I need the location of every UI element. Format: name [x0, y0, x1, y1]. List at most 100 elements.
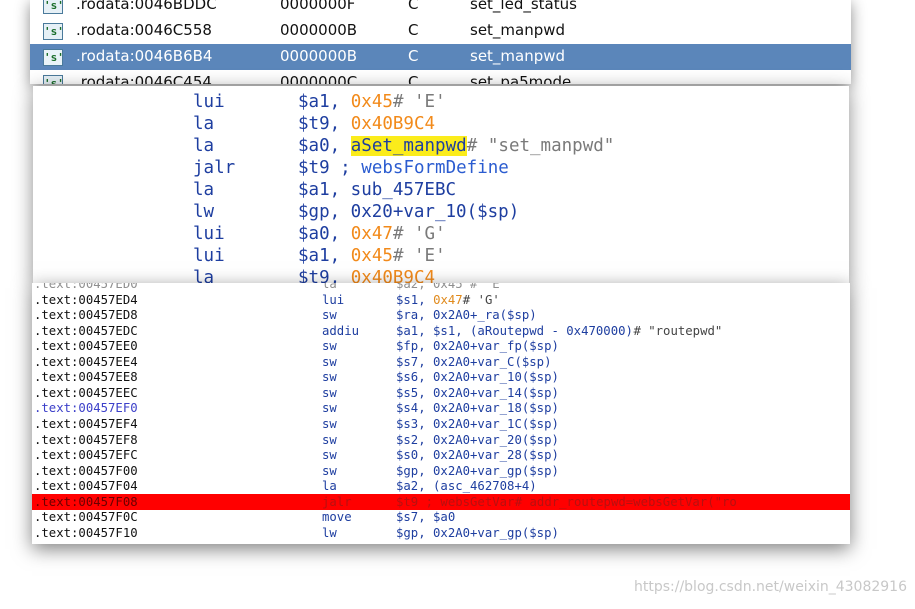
- mnemonic: la: [193, 268, 215, 283]
- mnemonic: la: [322, 479, 337, 494]
- operand: $a1,: [298, 92, 341, 112]
- comment: # 'E': [392, 246, 446, 266]
- mnemonic: sw: [322, 416, 337, 431]
- operand: $gp, 0x20+var_10($sp): [298, 202, 520, 222]
- code-line[interactable]: lw $gp, 0x20+var_10($sp): [33, 201, 849, 223]
- code-line[interactable]: .text:00457ED4 lui $s1, 0x47 # 'G': [32, 292, 850, 308]
- code-line[interactable]: .text:00457F0C move $s7, $a0: [32, 509, 850, 525]
- line-address: .text:00457EEC: [34, 385, 138, 400]
- code-line[interactable]: la $a0, aSet_manpwd # "set_manpwd": [33, 135, 849, 157]
- code-line[interactable]: .text:00457F00 sw $gp, 0x2A0+var_gp($sp): [32, 463, 850, 479]
- comment: # "set_manpwd": [466, 136, 615, 156]
- code-line[interactable]: lui $a0, 0x47 # 'G': [33, 223, 849, 245]
- operand: $a1, $s1, (aRoutepwd - 0x470000): [396, 323, 633, 338]
- operand: $s5, 0x2A0+var_14($sp): [396, 385, 559, 400]
- mnemonic: sw: [322, 385, 337, 400]
- comment: # 'G': [462, 292, 500, 307]
- s-icon: 's': [43, 0, 64, 14]
- line-address: .text:00457F00: [34, 463, 138, 478]
- operand: $a1, sub_457EBC: [298, 180, 457, 200]
- operand: $t9 ;: [298, 158, 351, 178]
- string-type: C: [408, 47, 419, 65]
- immediate-value: 0x45: [350, 246, 393, 266]
- mnemonic: la: [193, 136, 215, 156]
- code-line[interactable]: .text:00457EFC sw $s0, 0x2A0+var_28($sp): [32, 447, 850, 463]
- line-address: .text:00457EDC: [34, 323, 138, 338]
- string-address: .rodata:0046C454: [76, 73, 212, 84]
- line-address: .text:00457ED4: [34, 292, 138, 307]
- string-length: 0000000F: [280, 0, 356, 13]
- operand: $gp, 0x2A0+var_gp($sp): [396, 463, 559, 478]
- mnemonic: lui: [193, 224, 225, 244]
- code-line[interactable]: jalr $t9 ; websFormDefine: [33, 157, 849, 179]
- highlighted-code-line[interactable]: .text:00457F08 jalr $t9 ; websGetVar # add…: [32, 493, 850, 510]
- mnemonic: sw: [322, 432, 337, 447]
- immediate-value: 0x47: [350, 224, 393, 244]
- code-line[interactable]: .text:00457EEC sw $s5, 0x2A0+var_14($sp): [32, 385, 850, 401]
- code-line[interactable]: .text:00457EF8 sw $s2, 0x2A0+var_20($sp): [32, 432, 850, 448]
- operand: $a0,: [298, 224, 341, 244]
- mnemonic: lui: [322, 292, 345, 307]
- operand: $s2, 0x2A0+var_20($sp): [396, 432, 559, 447]
- code-line[interactable]: lui $a1, 0x45 # 'E': [33, 91, 849, 113]
- code-line[interactable]: .text:00457F10 lw $gp, 0x2A0+var_gp($sp): [32, 525, 850, 541]
- operand: $s3, 0x2A0+var_1C($sp): [396, 416, 559, 431]
- zoomed-disassembly-view: lui $a1, 0x45 # 'E' la $t9, 0x40B9C4 la $a0, …: [33, 86, 849, 283]
- line-address: .text:00457EE0: [34, 339, 138, 354]
- s-icon: 's': [43, 49, 64, 66]
- code-line[interactable]: .text:00457EF0 sw $s4, 0x2A0+var_18($sp): [32, 400, 850, 416]
- operand: $a1,: [298, 246, 341, 266]
- operand: $s7, $a0: [396, 510, 456, 525]
- string-length: 0000000B: [280, 47, 358, 65]
- code-line[interactable]: la $t9, 0x40B9C4: [33, 267, 849, 283]
- line-address: .text:00457ED8: [34, 308, 138, 323]
- operand: $ra, 0x2A0+_ra($sp): [396, 308, 537, 323]
- mnemonic: sw: [322, 370, 337, 385]
- line-address: .text:00457EF8: [34, 432, 138, 447]
- string-value: set_led_status: [470, 0, 577, 13]
- line-address: .text:00457EFC: [34, 448, 138, 463]
- code-line[interactable]: la $t9, 0x40B9C4: [33, 113, 849, 135]
- string-row[interactable]: 's' .rodata:0046B6B4 0000000B Cset_manpwd: [30, 44, 851, 70]
- immediate-value: 0x47: [433, 292, 463, 307]
- operand: $s1,: [396, 292, 426, 307]
- code-line[interactable]: .text:00457EE4 sw $s7, 0x2A0+var_C($sp): [32, 354, 850, 370]
- operand: $gp, 0x2A0+var_gp($sp): [396, 525, 559, 540]
- mnemonic: sw: [322, 463, 337, 478]
- mnemonic: la: [322, 283, 337, 291]
- string-value: set_pa5mode: [470, 73, 572, 84]
- string-row[interactable]: 's' .rodata:0046C454 0000000C Cset_pa5mode: [30, 70, 851, 84]
- mnemonic: jalr: [322, 494, 352, 509]
- string-length: 0000000B: [280, 21, 358, 39]
- code-line[interactable]: lui $a1, 0x45 # 'E': [33, 245, 849, 267]
- code-line[interactable]: .text:00457EF4 sw $s3, 0x2A0+var_1C($sp): [32, 416, 850, 432]
- mnemonic: lw: [322, 525, 337, 540]
- line-address: .text:00457F04: [34, 479, 138, 494]
- string-value: set_manpwd: [470, 21, 566, 39]
- line-address: .text:00457EE8: [34, 370, 138, 385]
- function-name[interactable]: websFormDefine: [361, 158, 509, 178]
- string-row[interactable]: 's' .rodata:0046BDDC 0000000F Cset_led_stat…: [30, 0, 851, 18]
- immediate-value: 0x40B9C4: [350, 268, 436, 283]
- code-line[interactable]: .text:00457ED8 sw $ra, 0x2A0+_ra($sp): [32, 307, 850, 323]
- operand: $s0, 0x2A0+var_28($sp): [396, 448, 559, 463]
- mnemonic: sw: [322, 308, 337, 323]
- code-line[interactable]: .text:00457EE8 sw $s6, 0x2A0+var_10($sp): [32, 369, 850, 385]
- code-line[interactable]: .text:00457EE0 sw $fp, 0x2A0+var_fp($sp): [32, 338, 850, 354]
- comment: # addr_routepwd=websGetVar("ro: [514, 494, 737, 509]
- string-type: C: [408, 21, 419, 39]
- code-line[interactable]: la $a1, sub_457EBC: [33, 179, 849, 201]
- mnemonic: lui: [193, 246, 225, 266]
- operand: $a2, (asc_462708+4): [396, 479, 537, 494]
- operand: $s7, 0x2A0+var_C($sp): [396, 354, 552, 369]
- string-address: .rodata:0046BDDC: [76, 0, 217, 13]
- code-line[interactable]: .text:00457EDC addiu $a1, $s1, (aRoutepwd …: [32, 323, 850, 339]
- string-row[interactable]: 's' .rodata:0046C558 0000000B Cset_manpwd: [30, 18, 851, 44]
- comment: # "routepwd": [633, 323, 723, 338]
- code-line[interactable]: .text:00457F04 la $a2, (asc_462708+4): [32, 478, 850, 494]
- mnemonic: lui: [193, 92, 225, 112]
- mnemonic: la: [193, 180, 215, 200]
- disassembly-view: .text:00457ED0 la $a2, 0x45 # 'E' .text:004…: [32, 283, 850, 544]
- highlighted-symbol[interactable]: aSet_manpwd: [350, 136, 467, 156]
- mnemonic: la: [193, 114, 215, 134]
